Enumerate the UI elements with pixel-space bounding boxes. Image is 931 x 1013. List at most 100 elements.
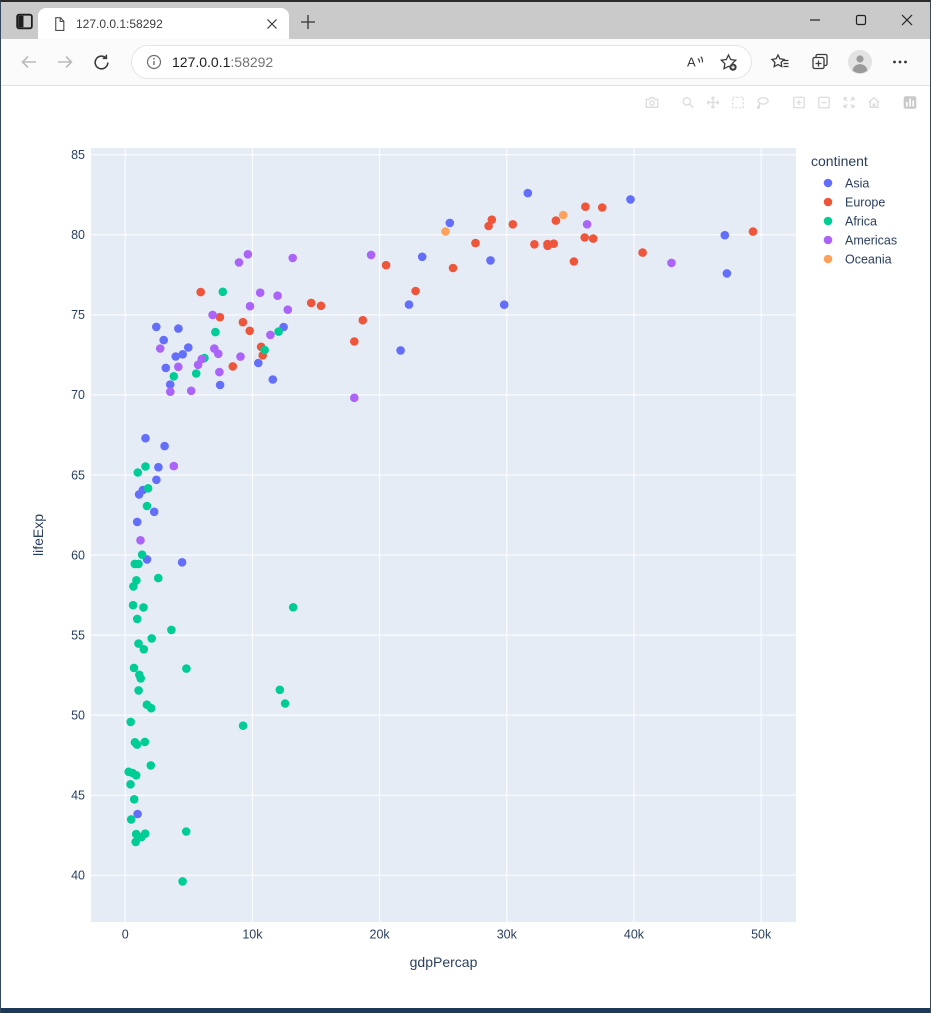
scatter-point-americas[interactable] bbox=[235, 258, 244, 267]
scatter-point-americas[interactable] bbox=[367, 251, 376, 260]
scatter-point-africa[interactable] bbox=[182, 827, 191, 836]
scatter-point-europe[interactable] bbox=[589, 234, 598, 243]
scatter-point-africa[interactable] bbox=[126, 780, 135, 789]
scatter-point-asia[interactable] bbox=[723, 269, 732, 278]
scatter-point-africa[interactable] bbox=[126, 718, 135, 727]
scatter-point-asia[interactable] bbox=[160, 442, 169, 451]
scatter-point-africa[interactable] bbox=[182, 664, 191, 673]
scatter-point-asia[interactable] bbox=[216, 381, 225, 390]
scatter-point-africa[interactable] bbox=[289, 603, 298, 612]
scatter-point-europe[interactable] bbox=[581, 202, 590, 211]
scatter-point-africa[interactable] bbox=[129, 601, 138, 610]
scatter-point-asia[interactable] bbox=[171, 352, 180, 361]
scatter-point-africa[interactable] bbox=[144, 484, 153, 493]
scatter-point-asia[interactable] bbox=[154, 463, 163, 472]
scatter-point-oceania[interactable] bbox=[559, 211, 568, 220]
scatter-point-asia[interactable] bbox=[178, 558, 187, 567]
legend-marker-africa[interactable] bbox=[824, 217, 833, 226]
scatter-point-europe[interactable] bbox=[471, 239, 480, 248]
scatter-point-asia[interactable] bbox=[152, 476, 161, 485]
scatter-point-americas[interactable] bbox=[246, 302, 255, 311]
scatter-point-africa[interactable] bbox=[132, 576, 141, 585]
scatter-point-africa[interactable] bbox=[147, 634, 156, 643]
scatter-point-europe[interactable] bbox=[580, 233, 589, 242]
scatter-point-africa[interactable] bbox=[134, 468, 143, 477]
scatter-point-africa[interactable] bbox=[170, 372, 179, 381]
scatter-point-africa[interactable] bbox=[219, 288, 228, 297]
scatter-point-africa[interactable] bbox=[211, 328, 220, 337]
collections-button[interactable] bbox=[800, 45, 840, 79]
url-text[interactable]: 127.0.0.1:58292 bbox=[172, 54, 677, 70]
scatter-point-africa[interactable] bbox=[127, 815, 136, 824]
scatter-point-asia[interactable] bbox=[396, 346, 405, 355]
scatter-point-americas[interactable] bbox=[236, 352, 245, 361]
tab-close-button[interactable] bbox=[263, 15, 281, 33]
scatter-point-africa[interactable] bbox=[274, 327, 283, 336]
scatter-point-asia[interactable] bbox=[133, 518, 142, 527]
scatter-point-americas[interactable] bbox=[194, 361, 203, 370]
scatter-point-asia[interactable] bbox=[626, 195, 635, 204]
tab-actions-button[interactable] bbox=[12, 9, 36, 33]
scatter-point-asia[interactable] bbox=[721, 231, 730, 240]
scatter-point-africa[interactable] bbox=[178, 877, 187, 886]
scatter-point-oceania[interactable] bbox=[441, 227, 450, 236]
scatter-point-americas[interactable] bbox=[284, 305, 293, 314]
scatter-point-africa[interactable] bbox=[130, 664, 139, 673]
scatter-point-asia[interactable] bbox=[446, 219, 455, 228]
plot-area[interactable] bbox=[91, 148, 796, 922]
scatter-point-europe[interactable] bbox=[411, 287, 420, 296]
scatter-point-asia[interactable] bbox=[524, 189, 533, 198]
scatter-point-africa[interactable] bbox=[167, 626, 176, 635]
add-favorite-button[interactable] bbox=[711, 47, 745, 77]
legend-marker-europe[interactable] bbox=[824, 198, 833, 207]
scatter-point-asia[interactable] bbox=[254, 359, 263, 368]
refresh-button[interactable] bbox=[83, 45, 119, 79]
scatter-point-europe[interactable] bbox=[598, 203, 607, 212]
scatter-point-americas[interactable] bbox=[214, 350, 223, 359]
scatter-point-africa[interactable] bbox=[132, 771, 141, 780]
scatter-point-africa[interactable] bbox=[134, 686, 143, 695]
legend-marker-asia[interactable] bbox=[824, 179, 833, 188]
scatter-point-europe[interactable] bbox=[530, 240, 539, 249]
scatter-point-asia[interactable] bbox=[152, 323, 161, 332]
scatter-point-africa[interactable] bbox=[276, 686, 285, 695]
scatter-point-africa[interactable] bbox=[154, 574, 163, 583]
scatter-point-africa[interactable] bbox=[134, 560, 143, 569]
scatter-point-americas[interactable] bbox=[350, 394, 359, 403]
scatter-point-americas[interactable] bbox=[174, 363, 183, 372]
scatter-point-americas[interactable] bbox=[288, 254, 297, 263]
browser-tab[interactable]: 127.0.0.1:58292 bbox=[38, 8, 289, 39]
scatter-point-asia[interactable] bbox=[135, 490, 144, 499]
scatter-point-americas[interactable] bbox=[215, 368, 224, 377]
scatter-point-asia[interactable] bbox=[150, 508, 159, 517]
scatter-point-europe[interactable] bbox=[239, 318, 248, 327]
scatter-point-americas[interactable] bbox=[208, 311, 217, 320]
scatter-point-asia[interactable] bbox=[500, 300, 509, 309]
scatter-point-europe[interactable] bbox=[196, 288, 205, 297]
scatter-point-americas[interactable] bbox=[187, 387, 196, 396]
scatter-point-europe[interactable] bbox=[350, 337, 359, 346]
scatter-point-africa[interactable] bbox=[281, 699, 290, 708]
scatter-point-asia[interactable] bbox=[184, 343, 193, 352]
scatter-point-africa[interactable] bbox=[192, 369, 201, 378]
scatter-point-africa[interactable] bbox=[135, 671, 144, 680]
scatter-point-africa[interactable] bbox=[239, 721, 248, 730]
scatter-point-africa[interactable] bbox=[133, 740, 142, 749]
scatter-point-asia[interactable] bbox=[269, 375, 278, 384]
scatter-point-europe[interactable] bbox=[509, 220, 518, 229]
legend-item-europe[interactable]: Europe bbox=[845, 196, 885, 210]
scatter-point-asia[interactable] bbox=[405, 300, 414, 309]
scatter-point-europe[interactable] bbox=[638, 248, 647, 257]
scatter-point-europe[interactable] bbox=[229, 362, 238, 371]
scatter-point-americas[interactable] bbox=[583, 220, 592, 229]
legend-item-asia[interactable]: Asia bbox=[845, 177, 869, 191]
scatter-point-africa[interactable] bbox=[260, 346, 269, 355]
scatter-point-europe[interactable] bbox=[749, 227, 758, 236]
close-button[interactable] bbox=[884, 2, 930, 38]
scatter-point-americas[interactable] bbox=[256, 288, 265, 297]
scatter-point-africa[interactable] bbox=[141, 462, 150, 471]
scatter-point-africa[interactable] bbox=[143, 502, 152, 511]
forward-button[interactable] bbox=[47, 45, 83, 79]
scatter-point-africa[interactable] bbox=[130, 795, 139, 804]
scatter-point-americas[interactable] bbox=[136, 536, 145, 545]
